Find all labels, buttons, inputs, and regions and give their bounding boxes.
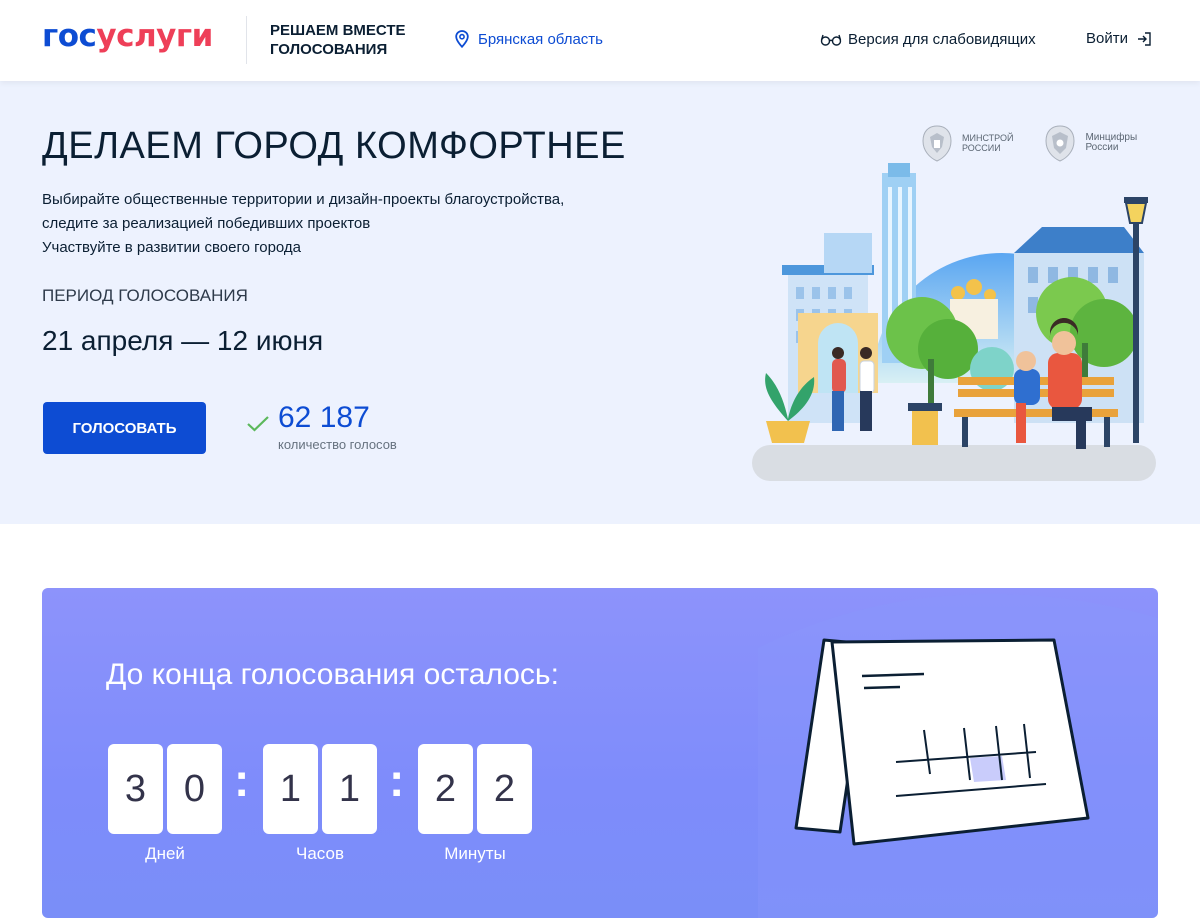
header-divider [246,16,247,64]
tagline-line-1: РЕШАЕМ ВМЕСТЕ [270,22,406,39]
region-selector[interactable]: Брянская область [454,30,603,48]
hero-description: Выбирайте общественные территории и диза… [42,188,642,260]
hero-desc-line-2: следите за реализацией победивших проект… [42,215,371,232]
hero-title: ДЕЛАЕМ ГОРОД КОМФОРТНЕЕ [42,125,626,167]
coat-of-arms-icon [922,125,952,162]
region-name: Брянская область [478,30,603,48]
days-label: Дней [145,844,185,863]
hero-desc-line-1: Выбирайте общественные территории и диза… [42,191,565,208]
city-park-illustration [752,163,1156,481]
header: госуслуги РЕШАЕМ ВМЕСТЕ ГОЛОСОВАНИЯ Брян… [0,0,1200,81]
separator-hours-minutes: : [389,754,405,806]
coat-of-arms-icon [1045,125,1075,162]
low-vision-label: Версия для слабовидящих [848,31,1036,48]
gosuslugi-logo[interactable]: госуслуги [42,18,213,54]
logo-part-gos: гос [42,18,97,54]
minstroy-line-1: МИНСТРОЙ [962,133,1014,143]
hours-digit-2: 1 [322,744,377,834]
minutes-digit-2: 2 [477,744,532,834]
location-pin-icon [455,30,469,48]
days-digit-1: 3 [108,744,163,834]
hero-section: ДЕЛАЕМ ГОРОД КОМФОРТНЕЕ Выбирайте общест… [0,81,1200,524]
check-icon [247,416,269,432]
ministry-logos: МИНСТРОЙ РОССИИ Минцифры России [918,123,1137,163]
separator-days-hours: : [234,754,250,806]
countdown-section: До конца голосования осталось: 3 0 : 1 1… [42,588,1158,918]
glasses-icon [820,34,842,46]
hero-desc-line-3: Участвуйте в развитии своего города [42,239,302,256]
vote-count-label: количество голосов [278,437,397,452]
countdown-title: До конца голосования осталось: [106,658,559,691]
login-arrow-icon [1137,31,1151,46]
project-tagline[interactable]: РЕШАЕМ ВМЕСТЕ ГОЛОСОВАНИЯ [270,21,406,59]
login-label: Войти [1086,30,1128,47]
minutes-digit-1: 2 [418,744,473,834]
minstroy-line-2: РОССИИ [962,143,1001,153]
minstroy-logo: МИНСТРОЙ РОССИИ [918,123,1013,163]
days-digit-2: 0 [167,744,222,834]
vote-button[interactable]: ГОЛОСОВАТЬ [43,402,206,454]
minutes-label: Минуты [444,844,506,863]
mincifry-line-2: России [1085,142,1119,153]
login-link[interactable]: Войти [1086,30,1152,47]
voting-period-label: ПЕРИОД ГОЛОСОВАНИЯ [42,286,248,305]
hours-label: Часов [296,844,344,863]
mincifry-text: Минцифры России [1085,133,1137,153]
mincifry-logo: Минцифры России [1041,123,1137,163]
voting-period-dates: 21 апреля — 12 июня [42,325,324,356]
hours-digit-1: 1 [263,744,318,834]
tagline-line-2: ГОЛОСОВАНИЯ [270,41,388,58]
logo-part-uslugi: услуги [96,18,213,54]
calendar-illustration-icon [794,638,1090,846]
vote-count: 62 187 [278,401,370,434]
minstroy-text: МИНСТРОЙ РОССИИ [962,133,1013,153]
low-vision-link[interactable]: Версия для слабовидящих [820,31,1036,48]
